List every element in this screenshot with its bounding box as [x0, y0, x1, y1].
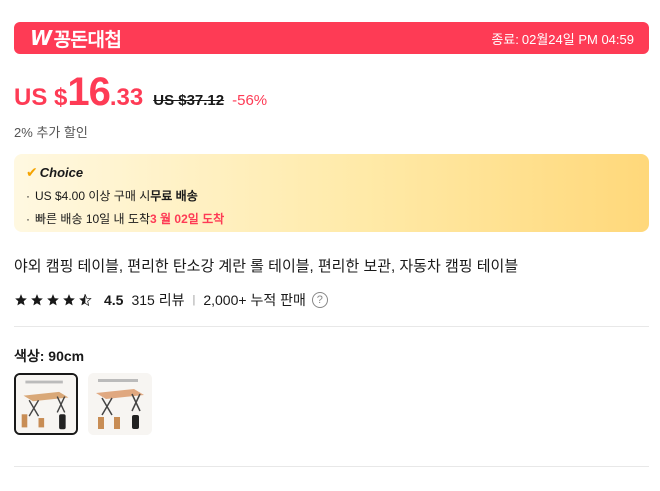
original-price: US $37.12: [153, 92, 225, 109]
sold-count: 2,000+ 누적 판매: [203, 292, 306, 308]
delivery-date: 3 월 02일 도착: [150, 212, 225, 226]
promo-end-label: 종료:: [491, 31, 519, 47]
separator: |: [192, 294, 196, 306]
divider: [14, 326, 649, 327]
table-thumbnail-icon: [88, 373, 152, 435]
fast-delivery-line: · 빠른 배송 10일 내 도착 3 월 02일 도착: [26, 210, 637, 227]
free-shipping-label: 무료 배송: [150, 189, 198, 203]
rating-value: 4.5: [104, 292, 124, 308]
extra-discount: 2% 추가 할인: [14, 125, 88, 140]
color-swatch-90cm[interactable]: [14, 373, 78, 435]
choice-shipping-box[interactable]: ✔ Choice · US $4.00 이상 구매 시 무료 배송 · 빠른 배…: [14, 154, 649, 232]
promo-end-time: 종료: 02월24일 PM 04:59: [491, 29, 634, 48]
star-icon: [63, 294, 75, 306]
promo-logo: W 꽁돈대첩: [30, 25, 122, 52]
star-icon: [47, 294, 59, 306]
table-thumbnail-icon: [16, 375, 76, 433]
price-currency: US $: [14, 84, 68, 111]
checkmark-icon: ✔: [26, 164, 38, 180]
promo-logo-text: 꽁돈대첩: [53, 28, 122, 51]
color-swatch-alt[interactable]: [88, 373, 152, 435]
reviews-link[interactable]: 315 리뷰: [131, 290, 184, 310]
promo-banner[interactable]: W 꽁돈대첩 종료: 02월24일 PM 04:59: [14, 22, 649, 54]
discount-badge: -56%: [232, 92, 268, 109]
choice-title-text: Choice: [39, 165, 84, 180]
price-row: US $ 16 .33 US $37.12 -56%: [14, 70, 267, 114]
bullet-icon: ·: [26, 211, 30, 226]
product-title: 야외 캠핑 테이블, 편리한 탄소강 계란 롤 테이블, 편리한 보관, 자동차…: [14, 258, 519, 275]
star-icon: [31, 294, 43, 306]
free-shipping-prefix: US $4.00 이상 구매 시: [35, 189, 151, 203]
fast-delivery-prefix: 빠른 배송 10일 내 도착: [35, 212, 151, 226]
half-star-icon: [79, 294, 92, 307]
help-icon[interactable]: ?: [311, 292, 328, 308]
bullet-icon: ·: [26, 188, 30, 203]
divider: [14, 466, 649, 467]
price-integer: 16: [67, 70, 110, 114]
promo-logo-mark: W: [30, 26, 52, 50]
free-shipping-line: · US $4.00 이상 구매 시 무료 배송: [26, 187, 637, 204]
color-label: 색상: 90cm: [14, 348, 85, 364]
price-decimal: .33: [109, 84, 144, 111]
star-rating: [14, 293, 92, 307]
star-icon: [15, 294, 27, 306]
rating-row[interactable]: 4.5 315 리뷰 | 2,000+ 누적 판매 ?: [14, 290, 328, 310]
promo-end-value: 02월24일 PM 04:59: [521, 31, 634, 47]
choice-title: ✔ Choice: [26, 164, 637, 181]
